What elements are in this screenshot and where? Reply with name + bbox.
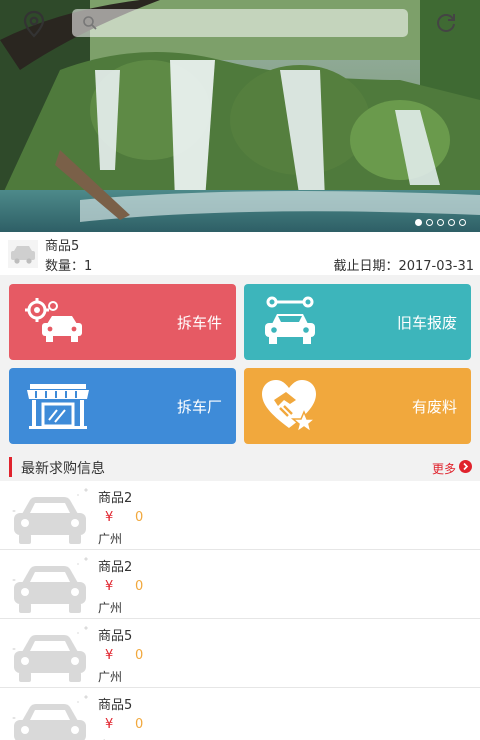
item-name: 商品5 [98,629,133,644]
tile-label: 旧车报废 [396,314,457,332]
tile-label: 有废料 [411,398,457,416]
latest-purchase-header: 最新求购信息 更多 [0,453,480,481]
carousel-dot[interactable] [437,219,444,226]
featured-product-deadline: 截止日期：2017-03-31 [333,259,474,274]
carousel-dot[interactable] [448,219,455,226]
list-item[interactable]: 商品2 ¥ 0 广州 [0,481,480,550]
list-item[interactable]: 商品5 ¥ 0 广州 [0,688,480,740]
search-input[interactable] [72,9,408,37]
chevron-right-icon[interactable] [459,460,472,473]
item-city: 广州 [98,532,123,546]
tile-car-parts[interactable]: 拆车件 [9,284,236,360]
car-placeholder-icon [12,488,88,544]
item-price: 0 [135,648,144,663]
featured-product-quantity: 数量：1 [45,259,93,274]
item-price: 0 [135,510,144,525]
section-accent-bar [9,457,12,477]
item-name: 商品2 [98,491,133,506]
refresh-icon[interactable] [434,10,458,34]
carousel-dot[interactable] [426,219,433,226]
banner-carousel[interactable] [0,0,480,232]
purchase-list: 商品2 ¥ 0 广州 商品2 ¥ 0 广州 商品5 ¥ 0 广州 商品5 ¥ 0 [0,481,480,740]
item-city: 广州 [98,670,123,684]
item-currency: ¥ [105,579,114,594]
item-name: 商品5 [98,698,133,713]
car-placeholder-icon [12,557,88,613]
item-price: 0 [135,579,144,594]
car-parts-icon [25,298,82,342]
car-wrench-icon [265,296,315,344]
carousel-dot[interactable] [459,219,466,226]
list-item[interactable]: 商品2 ¥ 0 广州 [0,550,480,619]
item-currency: ¥ [105,717,114,732]
location-pin-icon[interactable] [22,10,46,38]
tile-label: 拆车件 [176,314,222,332]
heart-handshake-icon [262,380,318,434]
car-placeholder-icon [12,695,88,740]
app-page: 商品5 数量：1 截止日期：2017-03-31 拆车件 旧车报废 拆车厂 有废… [0,0,480,740]
item-currency: ¥ [105,510,114,525]
tile-dismantling-factory[interactable]: 拆车厂 [9,368,236,444]
car-placeholder-icon [12,626,88,682]
tile-scrap-material[interactable]: 有废料 [244,368,471,444]
tile-car-scrap[interactable]: 旧车报废 [244,284,471,360]
carousel-indicator [415,219,466,226]
list-item[interactable]: 商品5 ¥ 0 广州 [0,619,480,688]
item-name: 商品2 [98,560,133,575]
featured-product-strip[interactable]: 商品5 数量：1 截止日期：2017-03-31 [0,232,480,275]
more-link[interactable]: 更多 [432,460,456,477]
car-thumbnail-icon [8,240,38,268]
item-city: 广州 [98,601,123,615]
section-title: 最新求购信息 [21,461,105,477]
featured-product-name: 商品5 [45,239,80,254]
item-currency: ¥ [105,648,114,663]
search-icon [83,16,97,30]
item-price: 0 [135,717,144,732]
carousel-dot[interactable] [415,219,422,226]
tile-label: 拆车厂 [176,398,222,416]
shop-icon [27,384,89,429]
